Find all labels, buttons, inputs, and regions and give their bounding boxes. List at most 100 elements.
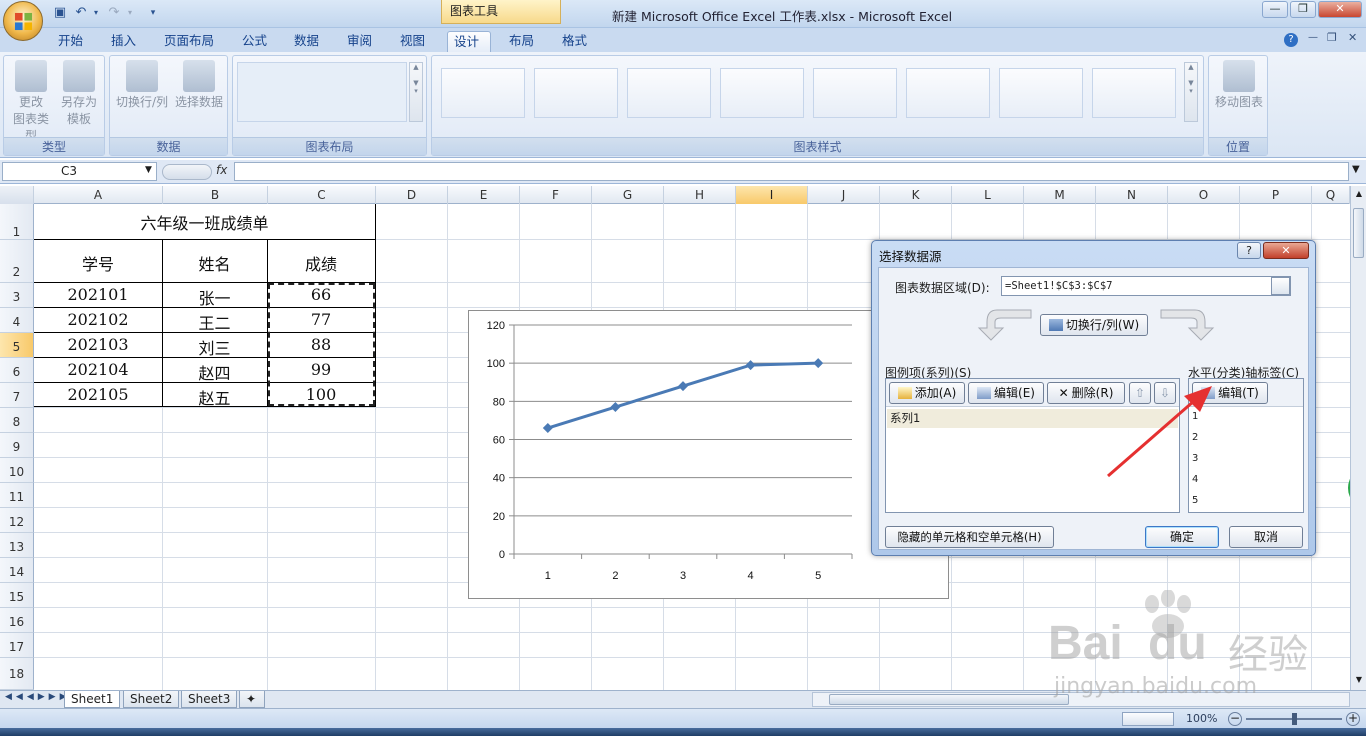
row-header[interactable]: 1 (0, 204, 34, 240)
row-header[interactable]: 12 (0, 508, 34, 533)
column-header[interactable]: O (1168, 186, 1240, 204)
column-header[interactable]: A (34, 186, 163, 204)
zoom-in-icon[interactable]: + (1346, 712, 1360, 726)
maximize-button[interactable]: ❐ (1290, 1, 1316, 18)
cancel-button[interactable]: 取消 (1229, 526, 1303, 548)
sheet-tab-sheet3[interactable]: Sheet3 (181, 691, 238, 708)
chart-style-2[interactable] (534, 68, 618, 118)
h-scroll-thumb[interactable] (829, 694, 1069, 705)
scroll-up-icon[interactable]: ▲ (1352, 186, 1366, 202)
row-header[interactable]: 15 (0, 583, 34, 608)
tab-format[interactable]: 格式 (556, 31, 593, 52)
layout-gallery-scroll[interactable]: ▲ ▼ ▾ (409, 62, 423, 122)
undo-dropdown-icon[interactable]: ▾ (88, 5, 104, 21)
workbook-close-icon[interactable]: ✕ (1348, 31, 1357, 44)
table-cell[interactable]: 赵四 (162, 360, 267, 384)
row-header[interactable]: 9 (0, 433, 34, 458)
tab-data[interactable]: 数据 (288, 31, 325, 52)
chart-style-8[interactable] (1092, 68, 1176, 118)
column-header[interactable]: E (448, 186, 520, 204)
ok-button[interactable]: 确定 (1145, 526, 1219, 548)
help-icon[interactable]: ? (1284, 33, 1298, 47)
column-header[interactable]: G (592, 186, 664, 204)
chart-style-7[interactable] (999, 68, 1083, 118)
close-window-button[interactable]: ✕ (1318, 1, 1362, 18)
table-cell[interactable]: 202102 (34, 310, 162, 329)
chart-range-input[interactable]: =Sheet1!$C$3:$C$7 (1001, 276, 1291, 296)
table-cell[interactable]: 100 (267, 385, 375, 404)
insert-function-icon[interactable]: fx (216, 163, 227, 177)
chart-style-6[interactable] (906, 68, 990, 118)
table-cell[interactable]: 66 (267, 285, 375, 304)
tab-layout[interactable]: 布局 (503, 31, 540, 52)
select-data-button[interactable]: 选择数据 (172, 60, 226, 111)
undo-icon[interactable]: ↶ (73, 5, 89, 21)
column-header[interactable]: D (376, 186, 448, 204)
scroll-thumb[interactable] (1353, 208, 1364, 258)
chart-style-4[interactable] (720, 68, 804, 118)
name-box-dropdown-icon[interactable]: ▼ (145, 165, 152, 175)
save-icon[interactable]: ▣ (52, 5, 68, 21)
column-header[interactable]: K (880, 186, 952, 204)
row-header[interactable]: 2 (0, 240, 34, 283)
office-button[interactable] (3, 1, 43, 41)
row-header[interactable]: 4 (0, 308, 34, 333)
column-header[interactable]: L (952, 186, 1024, 204)
chart-style-5[interactable] (813, 68, 897, 118)
table-cell[interactable]: 赵五 (162, 385, 267, 409)
header-cell[interactable]: 姓名 (162, 251, 267, 275)
row-header[interactable]: 8 (0, 408, 34, 433)
column-header[interactable]: B (163, 186, 268, 204)
select-all-corner[interactable] (0, 186, 34, 204)
row-header[interactable]: 6 (0, 358, 34, 383)
view-buttons[interactable] (1122, 712, 1174, 726)
table-cell[interactable]: 77 (267, 310, 375, 329)
range-collapse-icon[interactable] (1271, 277, 1290, 295)
column-header[interactable]: I (736, 186, 808, 204)
table-cell[interactable]: 张一 (162, 285, 267, 309)
dialog-close-button[interactable]: ✕ (1263, 242, 1309, 259)
column-header[interactable]: C (268, 186, 376, 204)
add-series-button[interactable]: 添加(A) (889, 382, 965, 404)
row-header[interactable]: 3 (0, 283, 34, 308)
customize-qat-icon[interactable]: ▾ (145, 5, 161, 21)
ribbon-restore-icon[interactable]: ❐ (1327, 31, 1337, 44)
row-header[interactable]: 17 (0, 633, 34, 658)
row-header[interactable]: 11 (0, 483, 34, 508)
column-header[interactable]: N (1096, 186, 1168, 204)
dialog-help-button[interactable]: ? (1237, 242, 1261, 259)
tab-design[interactable]: 设计 (447, 31, 491, 52)
tab-view[interactable]: 视图 (394, 31, 431, 52)
sheet-nav-icons[interactable]: ◀◀◀▶▶▶ (5, 692, 71, 702)
scroll-down-icon[interactable]: ▼ (1352, 672, 1366, 688)
table-cell[interactable]: 88 (267, 335, 375, 354)
vertical-scrollbar[interactable]: ▲ ▼ (1350, 186, 1366, 690)
tab-review[interactable]: 审阅 (341, 31, 378, 52)
tab-page-layout[interactable]: 页面布局 (158, 31, 220, 52)
column-header[interactable]: F (520, 186, 592, 204)
row-header[interactable]: 10 (0, 458, 34, 483)
tab-formulas[interactable]: 公式 (236, 31, 273, 52)
formula-input[interactable] (234, 162, 1349, 181)
table-cell[interactable]: 202101 (34, 285, 162, 304)
row-header[interactable]: 5 (0, 333, 34, 358)
chart-style-3[interactable] (627, 68, 711, 118)
chart-style-1[interactable] (441, 68, 525, 118)
header-cell[interactable]: 成绩 (267, 251, 375, 275)
tab-home[interactable]: 开始 (52, 31, 89, 52)
row-header[interactable]: 7 (0, 383, 34, 408)
table-cell[interactable]: 202104 (34, 360, 162, 379)
switch-row-column-dialog-button[interactable]: 切换行/列(W) (1040, 314, 1148, 336)
switch-row-column-button[interactable]: 切换行/列 (113, 60, 171, 111)
style-gallery-scroll[interactable]: ▲ ▼ ▾ (1184, 62, 1198, 122)
chart-layout-gallery[interactable] (237, 62, 407, 122)
table-cell[interactable]: 刘三 (162, 335, 267, 359)
header-cell[interactable]: 学号 (34, 251, 162, 275)
redo-icon[interactable]: ↷ (106, 5, 122, 21)
name-box[interactable]: C3 (2, 162, 157, 181)
row-header[interactable]: 14 (0, 558, 34, 583)
redo-dropdown-icon[interactable]: ▾ (122, 5, 138, 21)
sheet-tab-sheet1[interactable]: Sheet1 (64, 691, 121, 708)
column-header[interactable]: H (664, 186, 736, 204)
row-header[interactable]: 18 (0, 658, 34, 690)
